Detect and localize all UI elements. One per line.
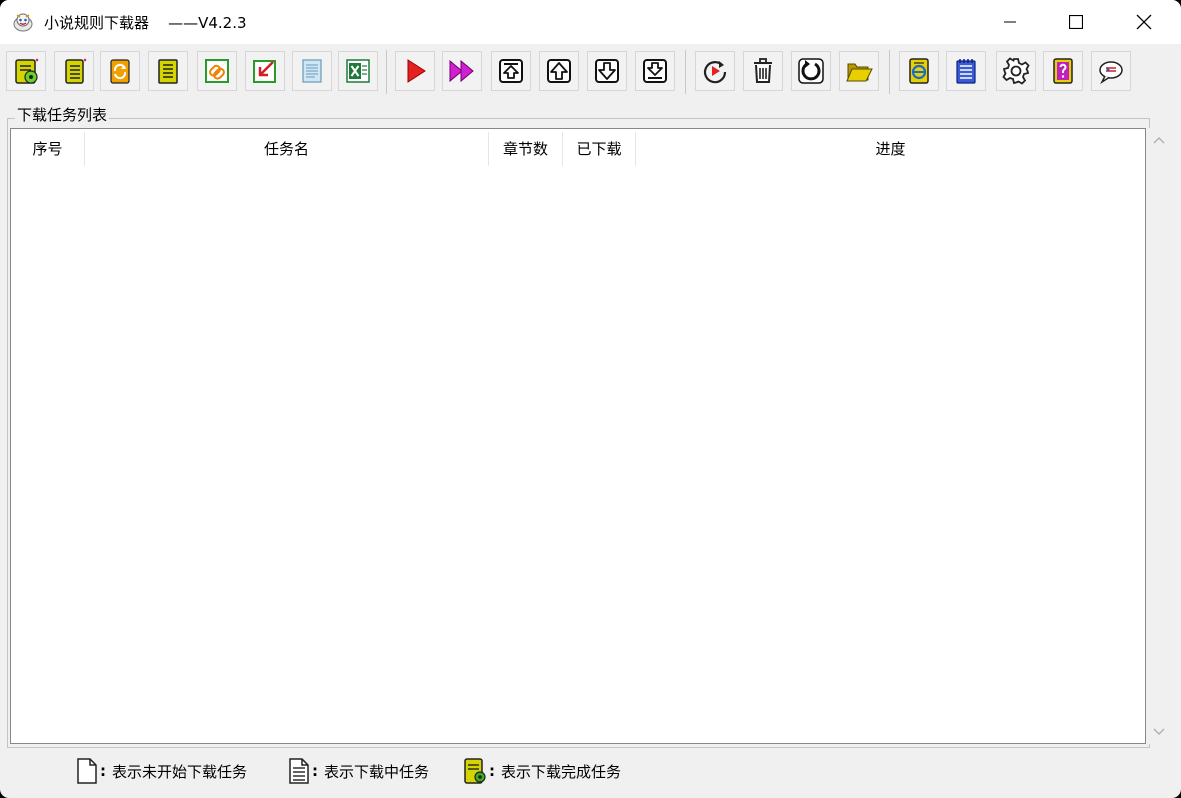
folder-icon — [846, 63, 873, 82]
blank-page-icon — [77, 758, 97, 784]
task-list-group-title: 下载任务列表 — [15, 104, 110, 125]
column-header-progress[interactable]: 进度 — [636, 129, 1145, 167]
excel-icon — [346, 59, 370, 83]
window-title: 小说规则下载器 ——V4.2.3 — [44, 12, 247, 33]
notepad-icon — [956, 59, 976, 84]
gear-book-icon — [15, 58, 39, 84]
column-header-index[interactable]: 序号 — [11, 129, 84, 167]
minimize-icon — [1004, 21, 1016, 23]
legend-colon: : — [489, 762, 495, 780]
toolbar-separator — [889, 50, 890, 94]
toolbar-move-up-button[interactable] — [539, 51, 579, 91]
move-top-icon — [499, 59, 523, 83]
toolbar-new-task-button[interactable] — [54, 51, 94, 91]
app-name: 小说规则下载器 — [44, 14, 150, 32]
toolbar-text-button[interactable] — [292, 51, 332, 91]
toolbar-rule-settings-button[interactable] — [6, 51, 46, 91]
import-icon — [253, 60, 276, 83]
toolbar-start-all-button[interactable] — [442, 51, 482, 91]
help-book-icon — [1053, 58, 1073, 84]
toolbar-link-button[interactable] — [197, 51, 237, 91]
toolbar-delete-button[interactable] — [743, 51, 783, 91]
column-header-chapter-count[interactable]: 章节数 — [489, 129, 562, 167]
maximize-icon — [1069, 15, 1083, 29]
trash-icon — [754, 58, 772, 83]
book-list-icon — [158, 59, 178, 84]
toolbar-excel-button[interactable] — [338, 51, 378, 91]
task-list[interactable]: 序号 任务名 章节数 已下载 进度 — [10, 128, 1146, 744]
legend-colon: : — [100, 762, 106, 780]
legend-not-started: : 表示未开始下载任务 — [76, 758, 247, 784]
chat-bubble-icon — [1099, 61, 1123, 85]
replay-icon — [703, 61, 727, 84]
legend-not-started-label: 表示未开始下载任务 — [112, 762, 248, 781]
legend-downloading-label: 表示下载中任务 — [324, 762, 430, 781]
browser-icon — [909, 58, 929, 84]
completed-book-icon — [464, 758, 486, 784]
toolbar-help-button[interactable] — [1043, 51, 1083, 91]
vertical-scrollbar[interactable] — [1146, 128, 1172, 744]
text-file-icon — [302, 59, 322, 83]
toolbar-open-folder-button[interactable] — [839, 51, 879, 91]
toolbar-restart-button[interactable] — [695, 51, 735, 91]
close-icon — [1136, 14, 1152, 30]
toolbar-separator — [685, 50, 686, 94]
move-bottom-icon — [643, 59, 667, 83]
minimize-button[interactable] — [987, 0, 1033, 44]
toolbar-book-list-button[interactable] — [148, 51, 188, 91]
fast-forward-icon — [449, 59, 474, 83]
title-bar: 小说规则下载器 ——V4.2.3 — [0, 0, 1181, 44]
move-down-icon — [595, 59, 619, 83]
scroll-down-arrow-icon[interactable] — [1153, 728, 1165, 736]
status-legend-bar: : 表示未开始下载任务 : 表示下载中任务 : 表示下载完成任务 — [0, 750, 1181, 794]
reload-icon — [798, 58, 824, 84]
app-window: 小说规则下载器 ——V4.2.3 下载任务列表 序号 任务名 章节数 已下载 进… — [0, 0, 1181, 798]
app-version: ——V4.2.3 — [168, 14, 247, 32]
column-header-downloaded[interactable]: 已下载 — [563, 129, 635, 167]
toolbar-settings-button[interactable] — [996, 51, 1036, 91]
legend-completed-label: 表示下载完成任务 — [501, 762, 622, 781]
toolbar-move-top-button[interactable] — [491, 51, 531, 91]
toolbar-separator — [386, 50, 387, 94]
gear-icon — [1002, 57, 1030, 85]
close-button[interactable] — [1121, 0, 1167, 44]
legend-colon: : — [312, 762, 318, 780]
lined-page-icon — [289, 758, 309, 784]
maximize-button[interactable] — [1053, 0, 1099, 44]
legend-downloading: : 表示下载中任务 — [288, 758, 429, 784]
toolbar-reload-button[interactable] — [791, 51, 831, 91]
toolbar-feedback-button[interactable] — [1091, 51, 1131, 91]
toolbar-start-button[interactable] — [395, 51, 435, 91]
toolbar — [0, 44, 1181, 98]
link-icon — [205, 59, 229, 83]
toolbar-move-down-button[interactable] — [587, 51, 627, 91]
column-header-task-name[interactable]: 任务名 — [85, 129, 488, 167]
toolbar-move-bottom-button[interactable] — [635, 51, 675, 91]
notebook-icon — [65, 58, 87, 84]
play-icon — [407, 59, 426, 83]
toolbar-notepad-button[interactable] — [946, 51, 986, 91]
app-logo-icon — [12, 11, 34, 33]
toolbar-update-button[interactable] — [100, 51, 140, 91]
toolbar-browser-button[interactable] — [899, 51, 939, 91]
task-list-header: 序号 任务名 章节数 已下载 进度 — [11, 129, 1145, 167]
toolbar-import-button[interactable] — [245, 51, 285, 91]
scroll-up-arrow-icon[interactable] — [1153, 136, 1165, 144]
legend-completed: : 表示下载完成任务 — [463, 758, 621, 784]
refresh-book-icon — [110, 59, 130, 84]
move-up-icon — [547, 59, 571, 83]
